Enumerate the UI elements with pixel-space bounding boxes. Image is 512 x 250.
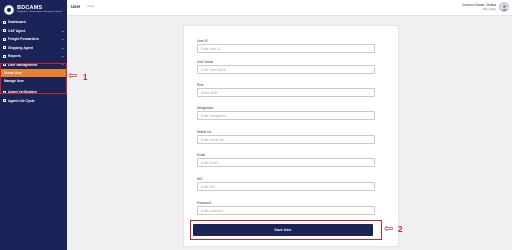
create-user-form: User ID Enter User ID User Name Enter Us… (183, 25, 399, 247)
password-input[interactable]: Enter password (197, 206, 375, 215)
agent-icon (3, 29, 6, 33)
chevron-down-icon: ⌄ (61, 45, 64, 50)
dashboard-icon (3, 20, 6, 24)
sidebar-item-freight-forwarders[interactable]: Freight Forwarders ⌄ (0, 35, 67, 44)
user-id-input[interactable]: Enter User ID (197, 44, 375, 53)
top-header: User create Custom House, Dhaka Office A… (67, 0, 512, 16)
sidebar-item-label: Agent Life Cycle (8, 98, 35, 103)
cycle-icon (3, 99, 6, 103)
chevron-down-icon: ⌄ (61, 37, 64, 42)
report-icon (3, 54, 6, 58)
avatar[interactable] (499, 2, 509, 12)
role-select-value: Select Role (201, 91, 218, 95)
user-name-input[interactable]: Enter User Name (197, 65, 375, 74)
field-email: Email Enter Email (197, 152, 375, 167)
field-user-id: User ID Enter User ID (197, 38, 375, 53)
designation-input[interactable]: Enter Designation (197, 111, 375, 120)
sidebar-item-label: Reports (8, 54, 21, 59)
email-input[interactable]: Enter Email (197, 158, 375, 167)
chevron-down-icon: ⌄ (368, 91, 371, 95)
sidebar-item-dashboard[interactable]: Dashboard (0, 18, 67, 27)
chevron-down-icon: ⌄ (61, 54, 64, 59)
sidebar-item-reports[interactable]: Reports ⌄ (0, 52, 67, 61)
sidebar-item-label: C&F Agent (8, 28, 26, 33)
sidebar-item-label: Freight Forwarders (8, 37, 39, 42)
sidebar-item-label: Dashboard (8, 20, 26, 25)
page-title: User (71, 4, 81, 9)
field-nid: NID Enter NID (197, 176, 375, 191)
annotation-arrow-1: ⇦ (68, 70, 78, 82)
freight-icon (3, 37, 6, 41)
brand-subtitle: Bangladesh Customs Agents Management Sys… (17, 11, 63, 14)
brand[interactable]: BDCAMS Bangladesh Customs Agents Managem… (0, 0, 67, 16)
user-name: Custom House, Dhaka (461, 3, 496, 7)
nid-input[interactable]: Enter NID (197, 182, 375, 191)
logo-icon (4, 4, 14, 15)
ship-icon (3, 46, 6, 50)
annotation-box-1 (0, 63, 67, 94)
mobile-input[interactable]: Enter Mobile No (197, 135, 375, 144)
field-designation: Designation Enter Designation (197, 105, 375, 120)
field-mobile: Mobile No Enter Mobile No (197, 129, 375, 144)
sidebar-item-shipping-agent[interactable]: Shipping Agent ⌄ (0, 44, 67, 53)
field-password: Password Enter password (197, 200, 375, 215)
page-subtitle: create (87, 5, 95, 8)
annotation-box-2 (190, 220, 382, 240)
annotation-arrow-2: ⇦ (384, 223, 394, 235)
sidebar: BDCAMS Bangladesh Customs Agents Managem… (0, 0, 67, 250)
user-role: Office Admin (482, 8, 496, 11)
sidebar-item-label: Shipping Agent (8, 45, 33, 50)
annotation-number-2: 2 (398, 225, 403, 234)
sidebar-item-agent-life-cycle[interactable]: Agent Life Cycle (0, 97, 67, 106)
chevron-down-icon: ⌄ (61, 28, 64, 33)
annotation-number-1: 1 (83, 73, 88, 82)
role-select[interactable]: Select Role ⌄ (197, 88, 375, 97)
field-user-name: User Name Enter User Name (197, 59, 375, 74)
sidebar-item-cf-agent[interactable]: C&F Agent ⌄ (0, 27, 67, 36)
field-role: Role Select Role ⌄ (197, 82, 375, 97)
